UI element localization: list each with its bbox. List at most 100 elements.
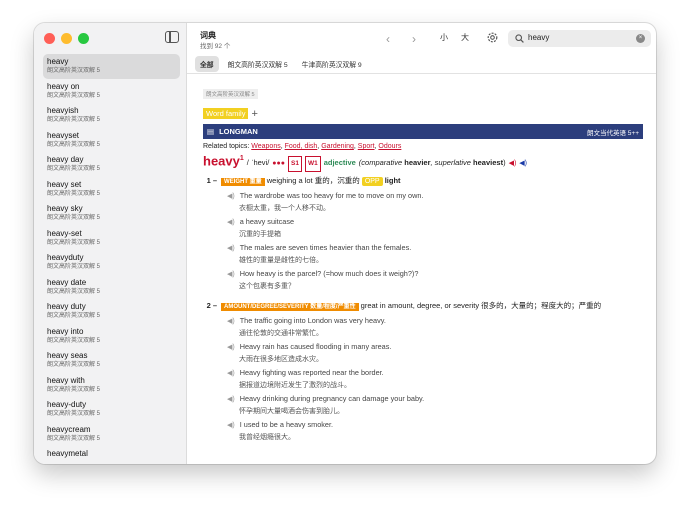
word-source: 朗文高阶英汉双解 5 — [47, 362, 101, 368]
example-speaker-icon[interactable]: ◀) — [227, 193, 235, 200]
tab-2[interactable]: 牛津高阶英汉双解 9 — [297, 56, 367, 72]
example: ◀) The traffic going into London was very… — [227, 315, 643, 339]
word-label: heavy on — [47, 81, 80, 91]
word-source: 朗文高阶英汉双解 5 — [47, 239, 101, 246]
example-text: How heavy is the parcel? (=how much does… — [239, 269, 419, 279]
word-source: 朗文高阶英汉双解 5 — [47, 435, 101, 442]
word-family-label[interactable]: Word family — [203, 108, 249, 119]
longman-logo-icon: ▤ — [207, 127, 215, 136]
example-translation: 我曾经烟瘾很大。 — [239, 434, 295, 442]
sidebar-word-item[interactable]: heavycream 朗文高阶英汉双解 5 — [43, 422, 180, 447]
word-source: 朗文高阶英汉双解 5 — [47, 411, 101, 417]
forward-button[interactable]: › — [412, 32, 416, 46]
related-topic-link[interactable]: Gardening — [321, 143, 354, 150]
window-controls — [44, 33, 89, 44]
related-topic-link[interactable]: Weapons — [251, 143, 280, 150]
main-pane: 词典 找到 92 个 ‹ › 小 大 heavy × 全部 朗文高阶英汉双解 5牛… — [187, 23, 656, 464]
sidebar-word-item[interactable]: heavymetal — [43, 446, 180, 464]
related-topics-label: Related topics: — [203, 143, 250, 150]
sidebar-word-item[interactable]: heavy duty 朗文高阶英汉双解 5 — [43, 299, 180, 324]
related-topic-link[interactable]: Food, dish — [285, 143, 318, 150]
word-label: heavy into — [47, 326, 84, 336]
search-field[interactable]: heavy × — [508, 30, 651, 47]
pronunciation: / ˈhevi/ — [246, 158, 270, 168]
example: ◀) Heavy fighting was reported near the b… — [227, 367, 643, 391]
frequency-dots: ●●● — [272, 160, 285, 168]
sidebar-word-item[interactable]: heavyduty 朗文高阶英汉双解 5 — [43, 250, 180, 275]
sidebar: heavy 朗文高阶英汉双解 5 heavy on 朗文高阶英汉双解 5 heavyis… — [34, 23, 187, 464]
search-input[interactable]: heavy — [528, 33, 549, 42]
sidebar-word-item[interactable]: heavy 朗文高阶英汉双解 5 — [43, 54, 180, 79]
related-topic-link[interactable]: Sport — [358, 143, 375, 150]
example-speaker-icon[interactable]: ◀) — [227, 318, 235, 325]
sidebar-word-item[interactable]: heavyish 朗文高阶英汉双解 5 — [43, 103, 180, 128]
word-source: 朗文高阶英汉双解 5 — [47, 141, 101, 148]
word-source: 朗文高阶英汉双解 5 — [47, 190, 101, 197]
word-label: heavy seas — [47, 351, 88, 360]
freq-written-badge: W1 — [304, 156, 321, 173]
expand-plus-icon[interactable]: + — [251, 108, 257, 119]
divider — [187, 73, 656, 74]
example: ◀) Heavy rain has caused flooding in many… — [227, 341, 643, 365]
sidebar-word-item[interactable]: heavy-duty 朗文高阶英汉双解 5 — [43, 397, 180, 422]
example-translation: 沉重的手提箱 — [239, 231, 281, 239]
banner-edition: 朗文当代英语 5++ — [586, 129, 639, 137]
definition: great in amount, degree, or severity 很多的… — [360, 301, 602, 311]
tab-0[interactable]: 全部 — [195, 56, 219, 72]
example: ◀) The wardrobe was too heavy for me to m… — [227, 190, 643, 214]
example-speaker-icon[interactable]: ◀) — [227, 344, 235, 351]
sidebar-word-item[interactable]: heavy on 朗文高阶英汉双解 5 — [43, 79, 180, 104]
font-large-button[interactable]: 大 — [461, 32, 469, 43]
minimize-window-button[interactable] — [61, 33, 72, 44]
word-label: heavy sky — [47, 204, 83, 213]
opposite-word[interactable]: light — [385, 176, 401, 185]
sidebar-toggle-icon[interactable] — [165, 31, 179, 43]
close-window-button[interactable] — [44, 33, 55, 44]
example-speaker-icon[interactable]: ◀) — [227, 271, 235, 278]
speaker-icon-us[interactable]: ◀) — [519, 157, 527, 171]
example: ◀) Heavy drinking during pregnancy can da… — [227, 393, 643, 417]
sidebar-word-item[interactable]: heavyset 朗文高阶英汉双解 5 — [43, 128, 180, 153]
related-topic-link[interactable]: Odours — [378, 143, 401, 150]
word-label: heavyduty — [47, 253, 84, 262]
font-small-button[interactable]: 小 — [440, 32, 448, 43]
sidebar-word-item[interactable]: heavy set 朗文高阶英汉双解 5 — [43, 177, 180, 202]
word-label: heavymetal — [47, 449, 88, 458]
related-topics: Related topics: Weapons, Food, dish, Gar… — [203, 143, 402, 150]
example-translation: 这个包裹有多重？ — [239, 283, 295, 291]
clear-search-icon[interactable]: × — [636, 34, 645, 43]
word-source: 朗文高阶英汉双解 5 — [47, 313, 101, 319]
sidebar-word-item[interactable]: heavy date 朗文高阶英汉双解 5 — [43, 275, 180, 300]
gear-icon[interactable] — [486, 31, 499, 44]
example-speaker-icon[interactable]: ◀) — [227, 370, 235, 377]
sense-1: 1 – WEIGHT 重量 weighing a lot 重的，沉重的 OPP l… — [203, 175, 643, 188]
sidebar-word-item[interactable]: heavy with 朗文高阶英汉双解 5 — [43, 373, 180, 398]
tab-1[interactable]: 朗文高阶英汉双解 5 — [223, 56, 293, 72]
word-label: heavy duty — [47, 302, 86, 311]
speaker-icon-uk[interactable]: ◀) — [509, 157, 517, 171]
example-text: The wardrobe was too heavy for me to mov… — [239, 191, 424, 201]
example-translation: 怀孕期间大量喝酒会伤害到胎儿。 — [239, 408, 344, 416]
example-speaker-icon[interactable]: ◀) — [227, 396, 235, 403]
zoom-window-button[interactable] — [78, 33, 89, 44]
example-text: The males are seven times heavier than t… — [239, 243, 412, 253]
opposite-badge: OPP — [361, 177, 383, 187]
sense-number: 1 – — [206, 176, 217, 186]
word-label: heavy-duty — [47, 400, 87, 409]
example-translation: 通往伦敦的交通非常繁忙。 — [239, 330, 323, 338]
signpost-badge: WEIGHT 重量 — [221, 178, 265, 187]
back-button[interactable]: ‹ — [386, 32, 390, 46]
sidebar-word-item[interactable]: heavy-set 朗文高阶英汉双解 5 — [43, 226, 180, 251]
word-forms: (comparative heavier, superlative heavie… — [358, 158, 506, 168]
sidebar-word-item[interactable]: heavy seas 朗文高阶英汉双解 5 — [43, 348, 180, 373]
word-source: 朗文高阶英汉双解 5 — [47, 117, 101, 123]
word-source: 朗文高阶英汉双解 5 — [47, 337, 101, 344]
result-count: 找到 92 个 — [200, 43, 231, 50]
example-speaker-icon[interactable]: ◀) — [227, 245, 235, 252]
example-speaker-icon[interactable]: ◀) — [227, 219, 235, 226]
sidebar-word-item[interactable]: heavy day 朗文高阶英汉双解 5 — [43, 152, 180, 177]
example-text: Heavy rain has caused flooding in many a… — [239, 342, 392, 352]
sidebar-word-item[interactable]: heavy sky 朗文高阶英汉双解 5 — [43, 201, 180, 226]
example-speaker-icon[interactable]: ◀) — [227, 422, 235, 429]
sidebar-word-item[interactable]: heavy into 朗文高阶英汉双解 5 — [43, 324, 180, 349]
